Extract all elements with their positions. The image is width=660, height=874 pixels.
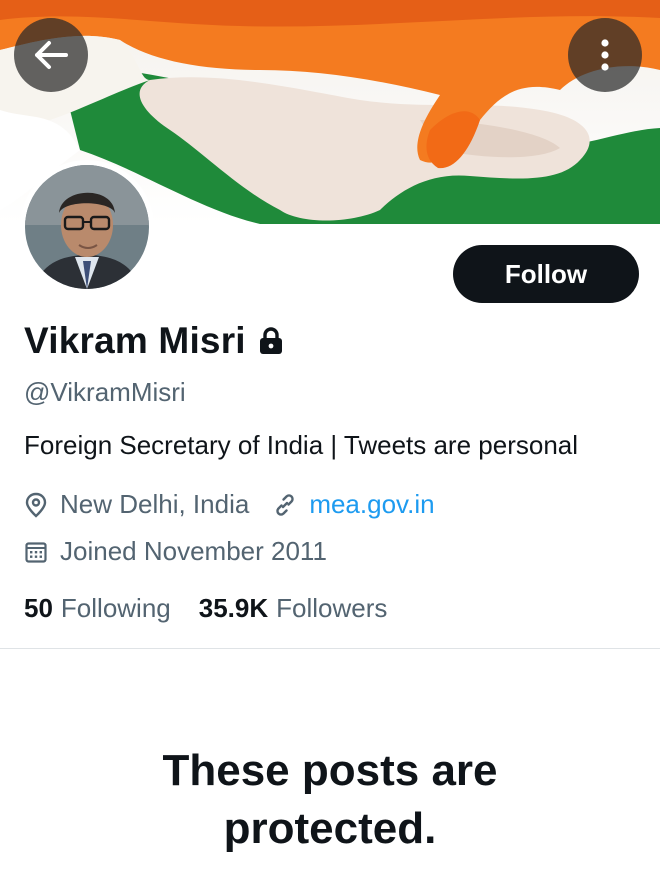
back-button[interactable] — [14, 18, 88, 92]
following-label: Following — [60, 593, 171, 623]
calendar-icon — [24, 540, 48, 564]
followers-link[interactable]: 35.9K Followers — [199, 593, 388, 624]
profile-avatar[interactable] — [20, 160, 154, 294]
followers-count: 35.9K — [198, 593, 269, 623]
protected-message-line-2: protected. — [223, 804, 437, 853]
section-divider — [0, 648, 660, 649]
profile-name-row: Vikram Misri — [24, 320, 284, 362]
arrow-left-icon — [35, 41, 68, 69]
avatar — [25, 165, 149, 289]
protected-message-line-1: These posts are — [162, 746, 498, 795]
profile-location: New Delhi, India — [60, 489, 250, 519]
more-vertical-icon — [601, 39, 609, 71]
profile-bio: Foreign Secretary of India | Tweets are … — [24, 430, 579, 460]
more-options-button[interactable] — [568, 18, 642, 92]
profile-joined-date: Joined November 2011 — [60, 536, 327, 566]
display-name: Vikram Misri — [24, 320, 246, 361]
following-link[interactable]: 50 Following — [24, 593, 171, 624]
profile-stats: 50 Following 35.9K Followers — [24, 593, 387, 624]
link-icon — [273, 493, 297, 517]
protected-posts-message: These posts are protected. — [0, 742, 660, 858]
follow-button[interactable]: Follow — [453, 245, 639, 303]
lock-icon — [258, 326, 284, 360]
avatar-image — [25, 165, 149, 289]
profile-joined-row: Joined November 2011 — [24, 536, 327, 567]
profile-website-link[interactable]: mea.gov.in — [309, 489, 434, 520]
followers-label: Followers — [276, 593, 388, 623]
profile-handle: @VikramMisri — [24, 377, 186, 407]
location-pin-icon — [24, 492, 48, 518]
following-count: 50 — [24, 593, 53, 623]
profile-location-row: New Delhi, India mea.gov.in — [24, 489, 435, 520]
